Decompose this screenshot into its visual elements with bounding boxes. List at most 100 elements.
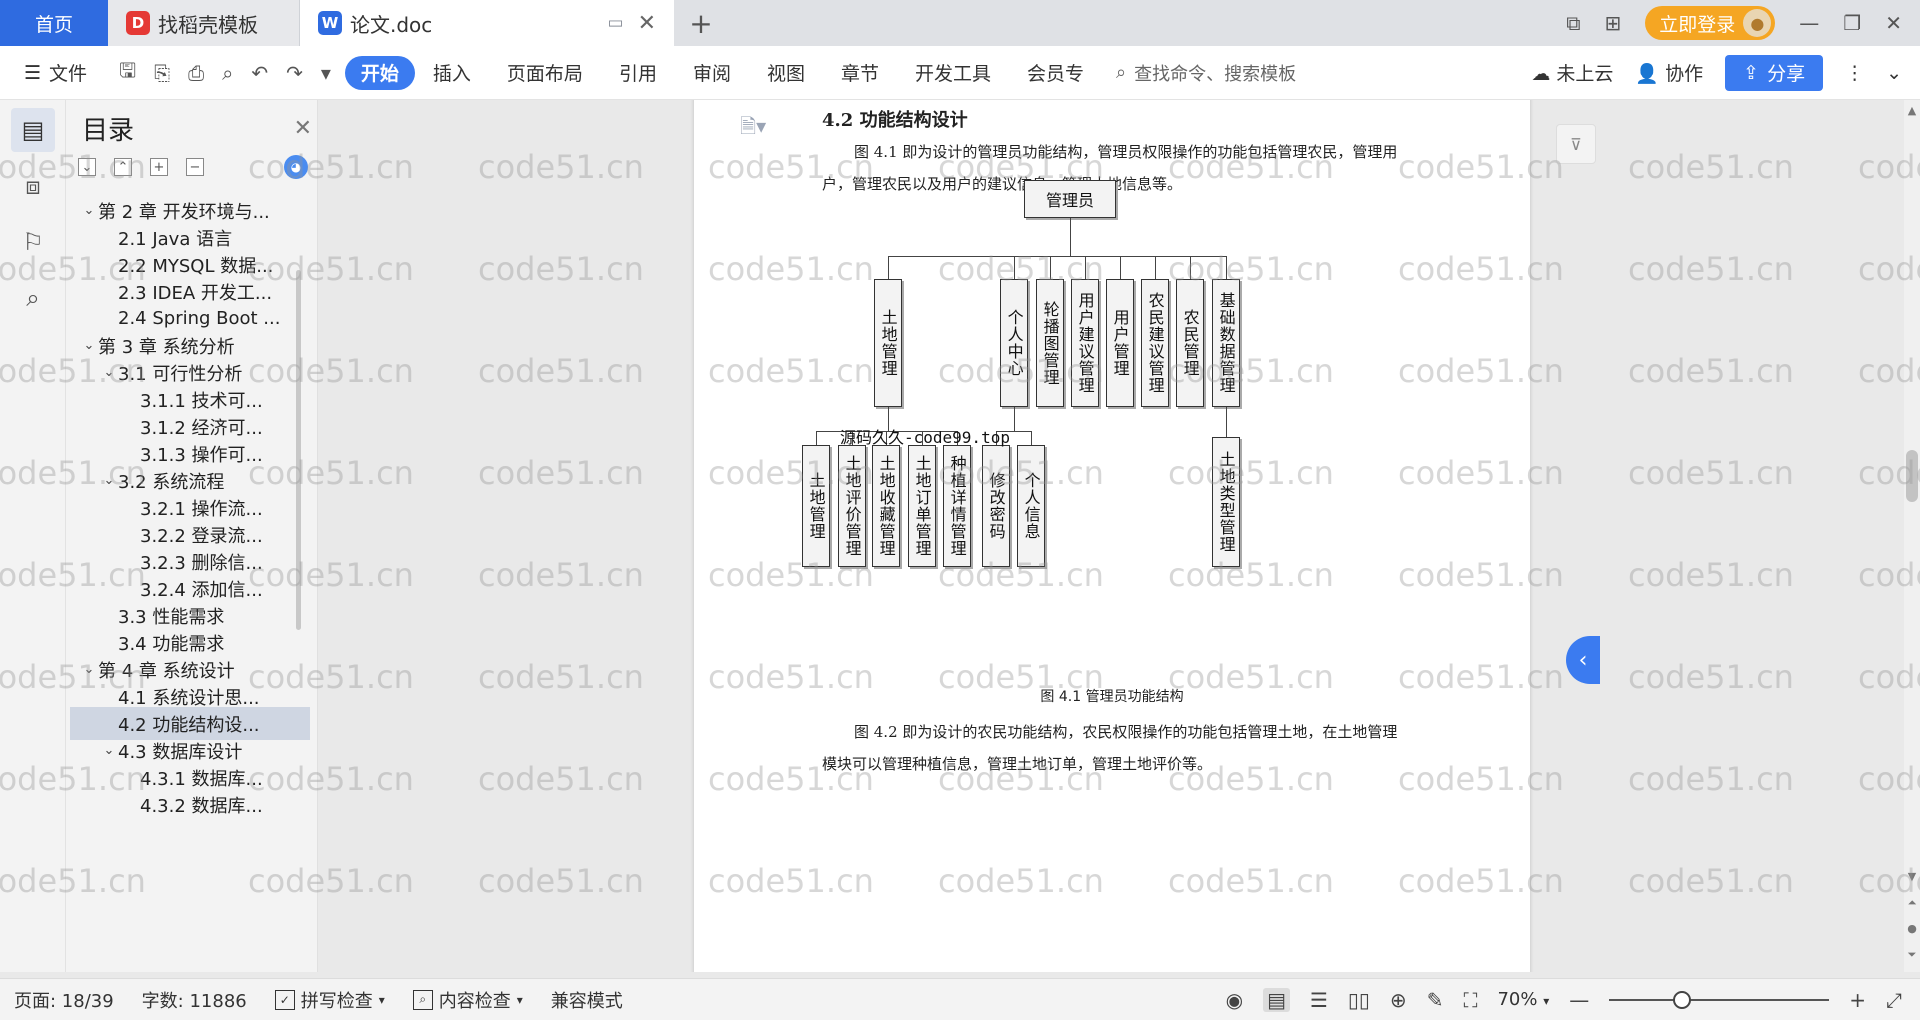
expand-caret-icon[interactable]: ⌄ [80, 662, 98, 677]
ribbon-tab-7[interactable]: 开发工具 [897, 56, 1009, 90]
chart-level1-node: 用户建议管理 [1071, 279, 1099, 407]
spell-check-button[interactable]: ✓ 拼写检查 ▾ [274, 987, 385, 1013]
ai-assistant-icon[interactable]: ◕ [284, 155, 308, 179]
vertical-scrollbar[interactable]: ▲ ▼ ⏶ ● ⏷ [1904, 100, 1920, 972]
wps-writer-window: 首页 D 找稻壳模板 W 论文.doc ▭ ✕ + ⧉ ⊞ 立即登录 ● — ❐… [0, 0, 1920, 1020]
fullscreen-icon[interactable]: ⤢ [1886, 988, 1902, 1012]
share-label: 分享 [1767, 63, 1806, 85]
toc-item[interactable]: 4.3.2 数据库... [70, 788, 310, 821]
expand-caret-icon[interactable]: ⌄ [80, 338, 98, 353]
restore-icon[interactable]: ❐ [1843, 11, 1861, 35]
search-placeholder: 查找命令、搜索模板 [1134, 63, 1297, 85]
tab-template-store[interactable]: D 找稻壳模板 [108, 0, 300, 46]
ribbon-tabs: 开始 插入 页面布局 引用 审阅 视图 章节 开发工具 会员专 [344, 55, 1102, 90]
chapter-nav-icon[interactable]: ⧈ [11, 164, 55, 208]
zoom-out-icon[interactable]: — [1569, 988, 1589, 1012]
scroll-down-icon[interactable]: ▼ [1904, 870, 1920, 883]
tab-home[interactable]: 首页 [0, 0, 108, 46]
chart-connector [1070, 218, 1071, 256]
toc-item-label: 3.2.4 添加信... [140, 579, 263, 601]
write-mode-icon[interactable]: ✎ [1427, 988, 1444, 1012]
outline-view-icon[interactable]: ☰ [1310, 988, 1328, 1012]
web-view-icon[interactable]: ⊕ [1390, 988, 1407, 1012]
ribbon-tab-0[interactable]: 开始 [344, 55, 415, 90]
page-view-icon[interactable]: ▤ [1263, 987, 1290, 1012]
bookmark-icon[interactable]: ⚐ [11, 220, 55, 264]
add-heading-icon[interactable]: + [150, 158, 168, 176]
chart-base-child-node: 土地类型管理 [1212, 437, 1240, 567]
collapse-ribbon-icon[interactable]: ⌄ [1886, 62, 1902, 84]
login-button[interactable]: 立即登录 ● [1645, 6, 1776, 40]
toc-item-label: 4.3.1 数据库... [140, 768, 263, 790]
toc-scrollbar[interactable] [296, 270, 301, 630]
zoom-slider-knob[interactable] [1673, 990, 1692, 1009]
undo-icon[interactable]: ↶ [251, 61, 268, 85]
writer-icon: W [318, 11, 342, 35]
print-preview-icon[interactable]: ⌕ [222, 61, 233, 85]
prev-page-icon[interactable]: ⏶ [1904, 896, 1920, 910]
grid-apps-icon[interactable]: ⊞ [1605, 11, 1622, 35]
fit-page-icon[interactable]: ⛶ [1463, 988, 1477, 1012]
select-browse-icon[interactable]: ● [1904, 922, 1920, 935]
zoom-in-icon[interactable]: + [1849, 988, 1866, 1012]
remove-heading-icon[interactable]: − [186, 158, 204, 176]
page-indicator[interactable]: 页面: 18/39 [14, 987, 114, 1013]
window-float-icon[interactable]: ▭ [608, 13, 624, 33]
tab-document[interactable]: W 论文.doc ▭ ✕ [300, 0, 674, 46]
toc-title: 目录 [82, 115, 135, 146]
zoom-slider[interactable] [1609, 990, 1830, 1009]
save-icon[interactable]: 🖫 [119, 56, 136, 90]
print-icon[interactable]: ⎙ [188, 61, 204, 85]
zoom-level[interactable]: 70% ▾ [1497, 989, 1549, 1010]
status-right: ◉ ▤ ☰ ▯▯ ⊕ ✎ ⛶ 70% ▾ — + ⤢ [1226, 987, 1920, 1012]
toc-list: ⌄ 第 2 章 开发环境与... 2.1 Java 语言 2.2 MYSQL 数据..… [70, 190, 310, 970]
command-search[interactable]: ⌕ 查找命令、搜索模板 [1116, 60, 1296, 86]
collapse-all-icon[interactable]: ⌃ [114, 158, 132, 176]
layout-icon[interactable]: ⧉ [1566, 11, 1580, 35]
scroll-up-icon[interactable]: ▲ [1904, 104, 1920, 117]
chart-personal-child-node: 个人信息 [1017, 445, 1045, 567]
collaborate-button[interactable]: 👤 协作 [1635, 59, 1703, 86]
reading-view-icon[interactable]: ▯▯ [1348, 988, 1370, 1012]
eye-protection-icon[interactable]: ◉ [1226, 988, 1243, 1012]
chart-connector [1226, 256, 1227, 279]
scroll-thumb[interactable] [1906, 450, 1918, 502]
close-toc-icon[interactable]: ✕ [294, 116, 312, 141]
dropdown-icon: ▾ [378, 992, 385, 1007]
ribbon-tab-2[interactable]: 页面布局 [489, 56, 601, 90]
find-icon[interactable]: ⌕ [11, 276, 55, 320]
ribbon-tab-4[interactable]: 审阅 [675, 56, 749, 90]
ribbon-tab-5[interactable]: 视图 [749, 56, 823, 90]
toc-panel-icon[interactable]: ▤ [11, 108, 55, 152]
next-page-icon[interactable]: ⏷ [1904, 948, 1920, 962]
expand-caret-icon[interactable]: ⌄ [100, 473, 118, 488]
toc-item-label: 4.3 数据库设计 [118, 741, 243, 763]
redo-icon[interactable]: ↷ [286, 61, 303, 85]
docer-icon: D [126, 11, 150, 35]
zoom-level-label: 70% [1497, 989, 1538, 1010]
cloud-status[interactable]: ☁ 未上云 [1531, 59, 1613, 86]
expand-caret-icon[interactable]: ⌄ [100, 365, 118, 380]
word-count[interactable]: 字数: 11886 [142, 987, 247, 1013]
ribbon-tab-1[interactable]: 插入 [415, 56, 489, 90]
customize-toolbar-icon[interactable]: ▾ [321, 61, 331, 85]
more-icon[interactable]: ⋮ [1845, 62, 1864, 84]
close-tab-icon[interactable]: ✕ [638, 11, 656, 36]
file-menu[interactable]: ☰ 文件 [0, 59, 105, 86]
share-button[interactable]: ⇪ 分享 [1725, 54, 1824, 91]
ribbon-tab-8[interactable]: 会员专 [1009, 56, 1102, 90]
export-icon[interactable]: ⎘ [154, 61, 170, 85]
toc-item-label: 第 2 章 开发环境与... [98, 201, 270, 223]
close-window-icon[interactable]: ✕ [1885, 11, 1902, 35]
doc-filter-icon[interactable]: ⊽ [1556, 124, 1596, 164]
login-label: 立即登录 [1659, 13, 1736, 36]
chart-connector [1226, 407, 1227, 437]
ribbon-tab-3[interactable]: 引用 [601, 56, 675, 90]
expand-caret-icon[interactable]: ⌄ [100, 743, 118, 758]
new-tab-button[interactable]: + [674, 0, 728, 46]
ribbon-tab-6[interactable]: 章节 [823, 56, 897, 90]
expand-all-icon[interactable]: ⌄ [78, 158, 96, 176]
expand-caret-icon[interactable]: ⌄ [80, 203, 98, 218]
content-check-button[interactable]: ⌕ 内容检查 ▾ [412, 987, 523, 1013]
minimize-icon[interactable]: — [1799, 11, 1819, 35]
